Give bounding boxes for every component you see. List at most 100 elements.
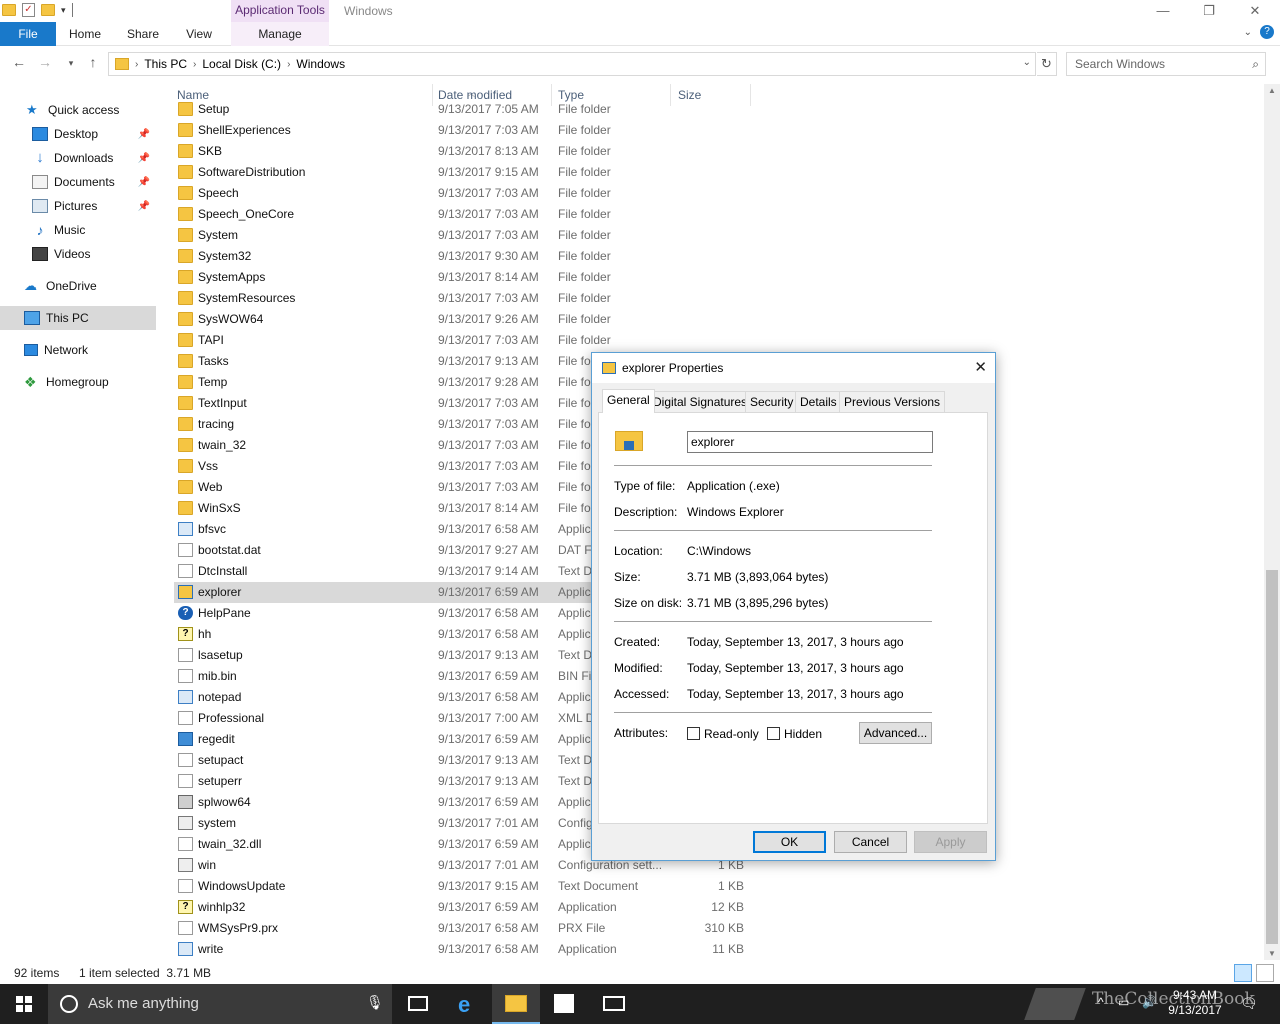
sidebar-item-pictures[interactable]: Pictures 📌	[0, 194, 156, 218]
pin-icon[interactable]: 📌	[138, 201, 150, 212]
cell-date: 9/13/2017 9:14 AM	[438, 564, 539, 578]
sidebar-item-music[interactable]: ♪ Music	[0, 218, 156, 242]
sidebar-item-quick-access[interactable]: ★ Quick access	[0, 98, 156, 122]
dialog-close-button[interactable]: ✕	[974, 358, 987, 376]
search-input[interactable]: Search Windows ⌕	[1066, 52, 1266, 76]
start-button[interactable]	[0, 984, 48, 1024]
sidebar-item-downloads[interactable]: ↓ Downloads 📌	[0, 146, 156, 170]
back-arrow-icon[interactable]: ←	[10, 54, 28, 70]
large-icons-view-icon[interactable]	[1256, 964, 1274, 982]
pin-icon[interactable]: 📌	[138, 129, 150, 140]
table-row[interactable]: Setup 9/13/2017 7:05 AM File folder	[174, 99, 754, 120]
chevron-up-icon[interactable]: ^	[1098, 995, 1104, 1009]
advanced-button[interactable]: Advanced...	[859, 722, 932, 744]
customize-toolbar-dropdown-icon[interactable]: ▾	[61, 5, 66, 16]
close-button[interactable]: ✕	[1232, 0, 1278, 22]
pin-icon[interactable]: 📌	[138, 153, 150, 164]
readonly-checkbox[interactable]	[687, 727, 700, 740]
table-row[interactable]: System32 9/13/2017 9:30 AM File folder	[174, 246, 754, 267]
network-icon[interactable]: ▭	[1118, 995, 1129, 1009]
ok-button[interactable]: OK	[753, 831, 826, 853]
sidebar-item-videos[interactable]: Videos	[0, 242, 156, 266]
edge-icon[interactable]: e	[444, 984, 492, 1024]
tab-previous-versions[interactable]: Previous Versions	[839, 391, 946, 412]
sidebar-item-desktop[interactable]: Desktop 📌	[0, 122, 156, 146]
tab-security[interactable]: Security	[745, 391, 799, 412]
table-row[interactable]: ? winhlp32 9/13/2017 6:59 AM Application 12 …	[174, 897, 754, 918]
dialog-title-bar[interactable]: explorer Properties ✕	[592, 353, 995, 383]
cell-type: File fo	[558, 396, 591, 410]
expand-ribbon-icon[interactable]: ⌄	[1244, 27, 1252, 38]
chevron-right-icon[interactable]: ›	[193, 59, 196, 70]
table-row[interactable]: write 9/13/2017 6:58 AM Application 11 KB	[174, 939, 754, 960]
cancel-button[interactable]: Cancel	[834, 831, 907, 853]
restore-button[interactable]: ❐	[1186, 0, 1232, 22]
volume-icon[interactable]: 🔊	[1142, 995, 1157, 1009]
details-view-icon[interactable]	[1234, 964, 1252, 982]
microphone-icon[interactable]: 🎙	[366, 994, 384, 1011]
breadcrumb-this-pc[interactable]: This PC	[144, 57, 187, 71]
sidebar-item-network[interactable]: Network	[0, 338, 156, 362]
forward-arrow-icon[interactable]: →	[36, 54, 54, 70]
table-row[interactable]: WMSysPr9.prx 9/13/2017 6:58 AM PRX File 310…	[174, 918, 754, 939]
filename-field[interactable]	[687, 431, 933, 453]
table-row[interactable]: SystemApps 9/13/2017 8:14 AM File folder	[174, 267, 754, 288]
sidebar-item-homegroup[interactable]: ❖ Homegroup	[0, 370, 156, 394]
readonly-label[interactable]: Read-only	[704, 727, 759, 741]
search-icon[interactable]: ⌕	[1252, 53, 1259, 75]
hidden-label[interactable]: Hidden	[784, 727, 822, 741]
cell-type: Applic	[558, 585, 591, 599]
tab-details[interactable]: Details	[795, 391, 842, 412]
scroll-up-icon[interactable]: ▲	[1264, 86, 1280, 95]
breadcrumb-windows[interactable]: Windows	[296, 57, 345, 71]
help-icon[interactable]: ?	[1260, 25, 1274, 39]
cortana-search-box[interactable]: Ask me anything 🎙	[48, 984, 392, 1024]
tab-home[interactable]: Home	[62, 22, 108, 46]
table-row[interactable]: Speech_OneCore 9/13/2017 7:03 AM File fold…	[174, 204, 754, 225]
tab-view[interactable]: View	[176, 22, 222, 46]
table-row[interactable]: SysWOW64 9/13/2017 9:26 AM File folder	[174, 309, 754, 330]
tab-general[interactable]: General	[602, 389, 655, 413]
table-row[interactable]: SystemResources 9/13/2017 7:03 AM File fol…	[174, 288, 754, 309]
sidebar-item-onedrive[interactable]: ☁ OneDrive	[0, 274, 156, 298]
tab-digital-signatures[interactable]: Digital Signatures	[648, 391, 753, 412]
table-row[interactable]: SKB 9/13/2017 8:13 AM File folder	[174, 141, 754, 162]
scrollbar-thumb[interactable]	[1266, 570, 1278, 944]
chevron-right-icon[interactable]: ›	[287, 59, 290, 70]
tab-manage[interactable]: Manage	[231, 22, 329, 46]
action-center-icon[interactable]: 🗨	[1240, 995, 1258, 1012]
cell-date: 9/13/2017 6:59 AM	[438, 669, 539, 683]
scroll-down-icon[interactable]: ▼	[1264, 949, 1280, 958]
file-explorer-icon[interactable]	[492, 984, 540, 1024]
address-bar[interactable]: › This PC › Local Disk (C:) › Windows ⌄	[108, 52, 1036, 76]
store-icon[interactable]	[540, 984, 588, 1024]
address-dropdown-icon[interactable]: ⌄	[1023, 57, 1031, 68]
sidebar-item-documents[interactable]: Documents 📌	[0, 170, 156, 194]
table-row[interactable]: ShellExperiences 9/13/2017 7:03 AM File fo…	[174, 120, 754, 141]
clock[interactable]: 9:43 AM 9/13/2017	[1160, 988, 1230, 1018]
refresh-icon[interactable]: ↻	[1037, 52, 1057, 76]
mail-icon[interactable]	[590, 984, 638, 1024]
table-row[interactable]: SoftwareDistribution 9/13/2017 9:15 AM Fil…	[174, 162, 754, 183]
sidebar-item-this-pc[interactable]: This PC	[0, 306, 156, 330]
chevron-right-icon[interactable]: ›	[135, 59, 138, 70]
properties-icon[interactable]: ✓	[22, 3, 35, 17]
table-row[interactable]: System 9/13/2017 7:03 AM File folder	[174, 225, 754, 246]
breadcrumb-local-disk[interactable]: Local Disk (C:)	[202, 57, 281, 71]
pin-icon[interactable]: 📌	[138, 177, 150, 188]
table-row[interactable]: WindowsUpdate 9/13/2017 9:15 AM Text Docum…	[174, 876, 754, 897]
apply-button[interactable]: Apply	[914, 831, 987, 853]
task-view-icon[interactable]	[394, 984, 442, 1024]
table-row[interactable]: TAPI 9/13/2017 7:03 AM File folder	[174, 330, 754, 351]
minimize-button[interactable]: —	[1140, 0, 1186, 22]
tab-file[interactable]: File	[0, 22, 56, 46]
folder-icon[interactable]	[2, 4, 16, 16]
new-folder-icon[interactable]	[41, 4, 55, 16]
tab-share[interactable]: Share	[120, 22, 166, 46]
recent-dropdown-icon[interactable]: ▾	[62, 58, 80, 69]
vertical-scrollbar[interactable]: ▲ ▼	[1264, 84, 1280, 960]
hidden-checkbox[interactable]	[767, 727, 780, 740]
up-arrow-icon[interactable]: ↑	[84, 54, 102, 70]
cell-date: 9/13/2017 9:13 AM	[438, 648, 539, 662]
table-row[interactable]: Speech 9/13/2017 7:03 AM File folder	[174, 183, 754, 204]
